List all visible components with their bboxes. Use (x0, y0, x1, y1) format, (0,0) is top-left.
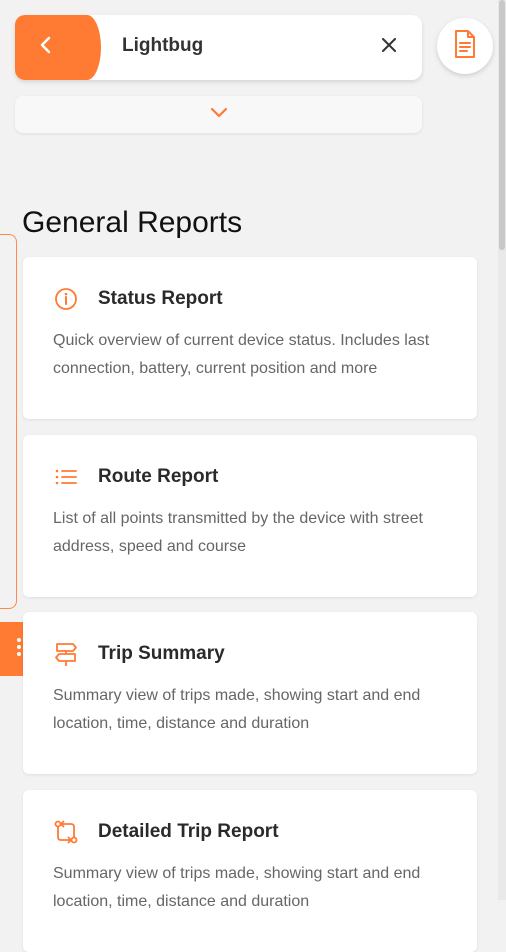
report-card-status[interactable]: Status Report Quick overview of current … (23, 257, 477, 419)
report-card-route[interactable]: Route Report List of all points transmit… (23, 435, 477, 597)
close-button[interactable] (378, 36, 400, 58)
report-card-detailed-trip[interactable]: Detailed Trip Report Summary view of tri… (23, 790, 477, 952)
list-icon (53, 464, 79, 490)
report-description: List of all points transmitted by the de… (53, 510, 423, 555)
document-icon (452, 29, 478, 64)
device-header: Lightbug (15, 15, 422, 80)
more-vertical-icon (16, 637, 22, 662)
report-title: Status Report (98, 288, 223, 309)
report-description: Summary view of trips made, showing star… (53, 687, 421, 732)
back-button[interactable] (15, 15, 101, 80)
scrollbar-thumb[interactable] (499, 0, 505, 250)
device-title: Lightbug (122, 35, 204, 56)
report-description: Summary view of trips made, showing star… (53, 865, 421, 910)
report-card-trip-summary[interactable]: Trip Summary Summary view of trips made,… (23, 612, 477, 774)
chevron-down-icon (210, 106, 228, 124)
report-description: Quick overview of current device status.… (53, 332, 430, 377)
report-title: Route Report (98, 466, 219, 487)
section-title: General Reports (22, 206, 243, 239)
reports-document-button[interactable] (437, 18, 493, 74)
expand-header-button[interactable] (15, 96, 422, 133)
close-icon (382, 37, 396, 57)
report-title: Detailed Trip Report (98, 821, 279, 842)
chevron-left-icon (40, 35, 54, 60)
route-icon (53, 819, 79, 845)
report-title: Trip Summary (98, 643, 225, 664)
info-icon (53, 286, 79, 312)
signpost-icon (53, 641, 79, 667)
scrollbar[interactable] (498, 0, 506, 900)
side-panel-edge (0, 234, 17, 609)
